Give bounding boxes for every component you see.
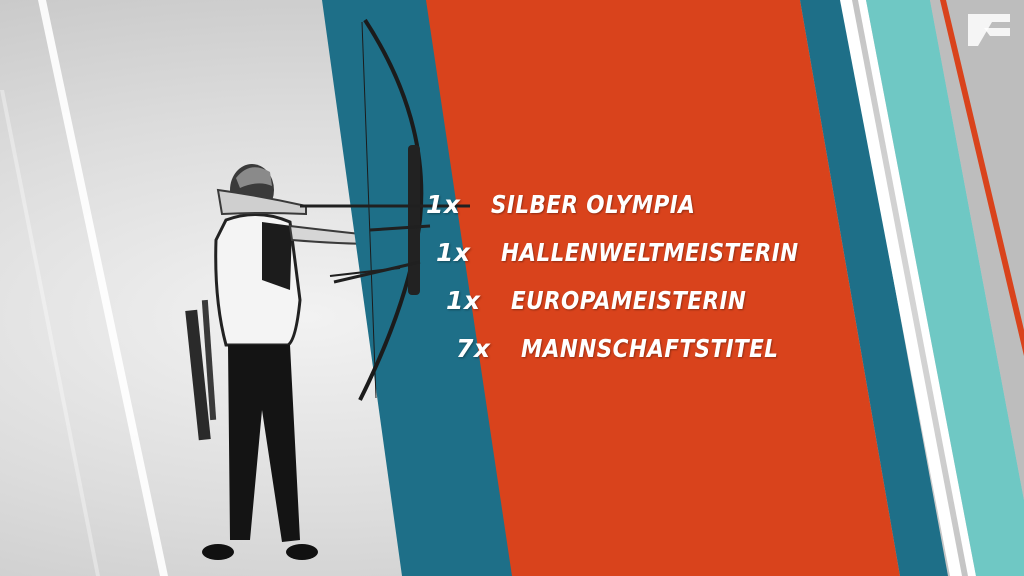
prosieben-logo-icon (968, 14, 1010, 46)
achievements-list: 1x SILBER OLYMPIA 1x HALLENWELTMEISTERIN… (0, 0, 1024, 576)
achievement-count: 7x (456, 334, 491, 363)
achievement-title: EUROPAMEISTERIN (511, 286, 747, 315)
achievement-count: 1x (436, 238, 471, 267)
broadcast-graphic: 1x SILBER OLYMPIA 1x HALLENWELTMEISTERIN… (0, 0, 1024, 576)
achievement-row-europameisterin: 1x EUROPAMEISTERIN (446, 286, 785, 326)
achievement-row-hallenweltmeisterin: 1x HALLENWELTMEISTERIN (436, 238, 847, 278)
achievement-count: 1x (426, 190, 461, 219)
achievement-title: HALLENWELTMEISTERIN (501, 238, 799, 267)
achievement-row-mannschaftstitel: 7x MANNSCHAFTSTITEL (456, 334, 820, 374)
achievement-title: SILBER OLYMPIA (491, 190, 696, 219)
achievement-count: 1x (446, 286, 481, 315)
achievement-title: MANNSCHAFTSTITEL (521, 334, 779, 363)
achievement-row-silver-olympia: 1x SILBER OLYMPIA (426, 190, 729, 230)
